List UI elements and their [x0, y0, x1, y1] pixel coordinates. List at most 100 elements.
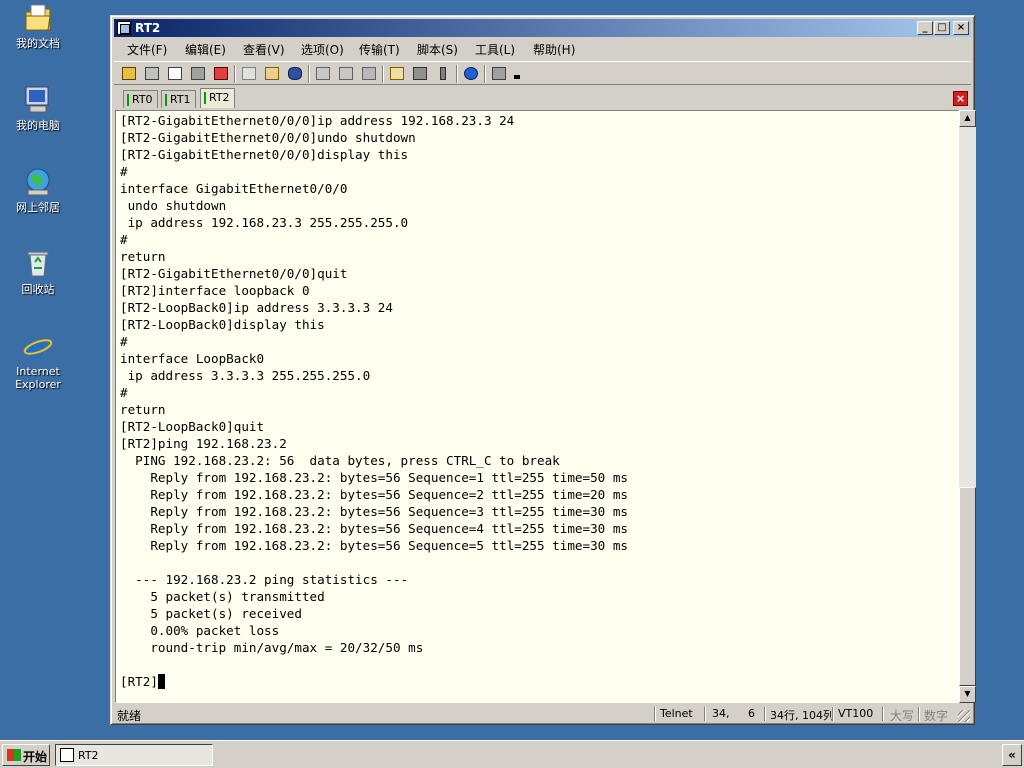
status-separator [832, 707, 834, 721]
desktop-icon-internet-explorer[interactable]: e Internet Explorer [4, 330, 72, 391]
close-tab-icon[interactable]: × [953, 91, 968, 106]
terminal-line: Reply from 192.168.23.2: bytes=56 Sequen… [120, 521, 628, 536]
terminal-line: Reply from 192.168.23.2: bytes=56 Sequen… [120, 470, 628, 485]
toolbar-separator [308, 65, 310, 83]
terminal-line: [RT2-LoopBack0]ip address 3.3.3.3 24 [120, 300, 393, 315]
terminal-line: Reply from 192.168.23.2: bytes=56 Sequen… [120, 504, 628, 519]
my-documents-icon [22, 2, 54, 34]
toolbar-separator [234, 65, 236, 83]
tab-rt1[interactable]: RT1 [161, 90, 196, 108]
maximize-button[interactable]: □ [934, 21, 950, 35]
terminal-line: # [120, 385, 128, 400]
terminal-line: [RT2-GigabitEthernet0/0/0]display this [120, 147, 409, 162]
status-num: 数字 [924, 709, 949, 723]
securecrt-window: RT2 _ □ × 文件(F) 编辑(E) 查看(V) 选项(O) 传输(T) … [110, 15, 976, 725]
session-tabs: RT0 RT1 RT2 × [114, 88, 971, 108]
terminal-line: ip address 192.168.23.3 255.255.255.0 [120, 215, 409, 230]
desktop-icon-label: 我的电脑 [16, 119, 60, 132]
terminal-line: interface GigabitEthernet0/0/0 [120, 181, 348, 196]
terminal-line: 5 packet(s) transmitted [120, 589, 325, 604]
print-setup-icon[interactable] [360, 65, 378, 82]
terminal-line: interface LoopBack0 [120, 351, 265, 366]
desktop-icon-recycle-bin[interactable]: 回收站 [4, 248, 72, 296]
status-ready: 就绪 [117, 709, 142, 723]
menu-script[interactable]: 脚本(S) [417, 41, 458, 58]
menu-tools[interactable]: 工具(L) [475, 41, 515, 58]
menu-transfer[interactable]: 传输(T) [359, 41, 400, 58]
title-bar[interactable]: RT2 _ □ × [114, 19, 971, 37]
network-places-icon [22, 166, 54, 198]
internet-explorer-icon: e [22, 330, 54, 366]
find-icon[interactable] [286, 65, 304, 82]
keymap-icon[interactable] [434, 65, 452, 82]
terminal-line: [RT2]ping 192.168.23.2 [120, 436, 287, 451]
resize-grip-icon[interactable] [958, 710, 970, 722]
terminal-cursor [157, 674, 165, 689]
terminal-lines: [RT2-GigabitEthernet0/0/0]ip address 192… [120, 112, 628, 690]
paste-icon[interactable] [263, 65, 281, 82]
taskbar-item-label: RT2 [78, 749, 99, 762]
session-options-icon[interactable] [388, 65, 406, 82]
terminal-prompt: [RT2] [120, 674, 158, 689]
status-separator [654, 707, 656, 721]
reconnect-icon[interactable] [189, 65, 207, 82]
desktop-icon-network-places[interactable]: 网上邻居 [4, 166, 72, 214]
terminal-line: undo shutdown [120, 198, 227, 213]
vertical-scrollbar[interactable]: ▲ ▼ [959, 110, 976, 703]
menu-edit[interactable]: 编辑(E) [185, 41, 226, 58]
desktop-icon-label: 我的文档 [16, 37, 60, 50]
desktop-icon-label: 网上邻居 [16, 201, 60, 214]
terminal-line: PING 192.168.23.2: 56 data bytes, press … [120, 453, 560, 468]
terminal-line: # [120, 232, 128, 247]
menu-file[interactable]: 文件(F) [127, 41, 167, 58]
app-icon [60, 748, 74, 762]
status-separator [882, 707, 884, 721]
scroll-thumb[interactable] [959, 487, 976, 686]
scroll-up-icon[interactable]: ▲ [959, 110, 976, 127]
status-size: 34行, 104列 [770, 709, 834, 722]
tab-rt0[interactable]: RT0 [123, 90, 158, 108]
quick-connect-icon[interactable] [143, 65, 161, 82]
disconnect-icon[interactable] [212, 65, 230, 82]
tray-expand-button[interactable]: « [1002, 744, 1022, 766]
terminal-line: # [120, 334, 128, 349]
print-icon[interactable] [314, 65, 332, 82]
start-button[interactable]: 开始 [2, 744, 50, 766]
terminal-line: 0.00% packet loss [120, 623, 280, 638]
print-selection-icon[interactable] [337, 65, 355, 82]
terminal-line: Reply from 192.168.23.2: bytes=56 Sequen… [120, 538, 628, 553]
desktop-icon-label: 回收站 [21, 283, 55, 296]
toolbar-separator [456, 65, 458, 83]
terminal-line: 5 packet(s) received [120, 606, 302, 621]
desktop-icon-my-documents[interactable]: 我的文档 [4, 2, 72, 50]
status-caps: 大写 [890, 709, 915, 723]
desktop-icon-my-computer[interactable]: 我的电脑 [4, 84, 72, 132]
global-options-icon[interactable] [411, 65, 429, 82]
sftp-icon[interactable] [490, 65, 508, 82]
windows-logo-icon [7, 749, 21, 761]
help-icon[interactable] [462, 65, 480, 82]
connect-tab-icon[interactable] [166, 65, 184, 82]
menu-view[interactable]: 查看(V) [243, 41, 285, 58]
start-label: 开始 [23, 750, 48, 764]
tab-rt2[interactable]: RT2 [200, 88, 235, 108]
menu-options[interactable]: 选项(O) [301, 41, 344, 58]
taskbar-item-rt2[interactable]: RT2 [55, 744, 213, 766]
app-icon [117, 21, 131, 35]
toolbar-separator [484, 65, 486, 83]
menu-help[interactable]: 帮助(H) [533, 41, 575, 58]
terminal-line: ip address 3.3.3.3 255.255.255.0 [120, 368, 371, 383]
terminal-line: [RT2-GigabitEthernet0/0/0]ip address 192… [120, 113, 515, 128]
my-computer-icon [22, 84, 54, 116]
scroll-down-icon[interactable]: ▼ [959, 686, 976, 703]
terminal-output[interactable]: [RT2-GigabitEthernet0/0/0]ip address 192… [115, 110, 959, 703]
close-button[interactable]: × [953, 21, 969, 35]
status-col: 6 [748, 707, 755, 720]
minimize-button[interactable]: _ [917, 21, 933, 35]
copy-icon[interactable] [240, 65, 258, 82]
terminal-line: return [120, 249, 166, 264]
connect-icon[interactable] [120, 65, 138, 82]
terminal-line: return [120, 402, 166, 417]
toolbar-overflow-icon[interactable] [512, 65, 522, 82]
